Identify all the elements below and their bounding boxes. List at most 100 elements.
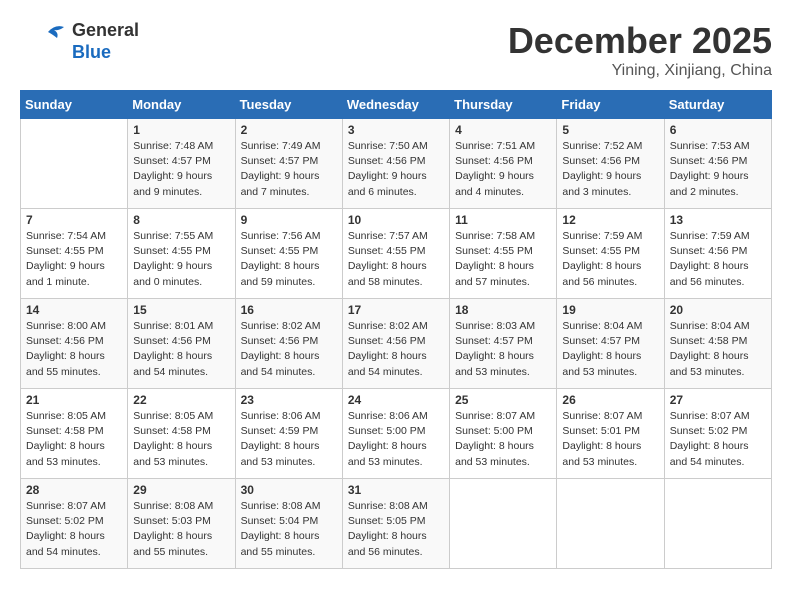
calendar-cell: 10 Sunrise: 7:57 AM Sunset: 4:55 PM Dayli…: [342, 209, 449, 299]
day-info: Sunrise: 7:52 AM Sunset: 4:56 PM Dayligh…: [562, 139, 658, 200]
day-number: 18: [455, 303, 551, 317]
day-number: 11: [455, 213, 551, 227]
day-number: 9: [241, 213, 337, 227]
day-info: Sunrise: 8:04 AM Sunset: 4:57 PM Dayligh…: [562, 319, 658, 380]
logo-container: General Blue: [20, 20, 139, 65]
weekday-header: Monday: [128, 91, 235, 119]
day-info: Sunrise: 7:51 AM Sunset: 4:56 PM Dayligh…: [455, 139, 551, 200]
day-info: Sunrise: 8:07 AM Sunset: 5:02 PM Dayligh…: [670, 409, 766, 470]
calendar-cell: 7 Sunrise: 7:54 AM Sunset: 4:55 PM Daylig…: [21, 209, 128, 299]
calendar-cell: [664, 479, 771, 569]
calendar-cell: [557, 479, 664, 569]
day-number: 23: [241, 393, 337, 407]
day-number: 13: [670, 213, 766, 227]
calendar-cell: 17 Sunrise: 8:02 AM Sunset: 4:56 PM Dayli…: [342, 299, 449, 389]
day-number: 27: [670, 393, 766, 407]
month-title: December 2025: [508, 20, 772, 62]
title-block: December 2025 Yining, Xinjiang, China: [508, 20, 772, 80]
calendar-cell: 20 Sunrise: 8:04 AM Sunset: 4:58 PM Dayli…: [664, 299, 771, 389]
day-number: 8: [133, 213, 229, 227]
day-info: Sunrise: 8:06 AM Sunset: 5:00 PM Dayligh…: [348, 409, 444, 470]
day-number: 4: [455, 123, 551, 137]
day-number: 5: [562, 123, 658, 137]
day-number: 19: [562, 303, 658, 317]
day-info: Sunrise: 8:07 AM Sunset: 5:02 PM Dayligh…: [26, 499, 122, 560]
calendar-cell: 4 Sunrise: 7:51 AM Sunset: 4:56 PM Daylig…: [450, 119, 557, 209]
day-info: Sunrise: 8:06 AM Sunset: 4:59 PM Dayligh…: [241, 409, 337, 470]
calendar-cell: 21 Sunrise: 8:05 AM Sunset: 4:58 PM Dayli…: [21, 389, 128, 479]
calendar-table: SundayMondayTuesdayWednesdayThursdayFrid…: [20, 90, 772, 569]
day-number: 1: [133, 123, 229, 137]
day-info: Sunrise: 8:08 AM Sunset: 5:03 PM Dayligh…: [133, 499, 229, 560]
day-number: 3: [348, 123, 444, 137]
calendar-cell: 13 Sunrise: 7:59 AM Sunset: 4:56 PM Dayli…: [664, 209, 771, 299]
calendar-cell: 30Sunrise: 8:08 AM Sunset: 5:04 PM Dayli…: [235, 479, 342, 569]
day-info: Sunrise: 8:05 AM Sunset: 4:58 PM Dayligh…: [133, 409, 229, 470]
day-number: 30: [241, 483, 337, 497]
calendar-cell: 11Sunrise: 7:58 AM Sunset: 4:55 PM Dayli…: [450, 209, 557, 299]
logo: General Blue: [20, 20, 139, 65]
calendar-cell: [450, 479, 557, 569]
day-info: Sunrise: 7:50 AM Sunset: 4:56 PM Dayligh…: [348, 139, 444, 200]
calendar-cell: 19 Sunrise: 8:04 AM Sunset: 4:57 PM Dayli…: [557, 299, 664, 389]
weekday-header: Friday: [557, 91, 664, 119]
day-info: Sunrise: 8:04 AM Sunset: 4:58 PM Dayligh…: [670, 319, 766, 380]
day-info: Sunrise: 8:02 AM Sunset: 4:56 PM Dayligh…: [348, 319, 444, 380]
day-number: 10: [348, 213, 444, 227]
day-number: 15: [133, 303, 229, 317]
calendar-cell: 28 Sunrise: 8:07 AM Sunset: 5:02 PM Dayli…: [21, 479, 128, 569]
day-info: Sunrise: 7:49 AM Sunset: 4:57 PM Dayligh…: [241, 139, 337, 200]
day-number: 12: [562, 213, 658, 227]
logo-bird-icon: [20, 20, 70, 65]
calendar-cell: 9 Sunrise: 7:56 AM Sunset: 4:55 PM Daylig…: [235, 209, 342, 299]
day-info: Sunrise: 8:02 AM Sunset: 4:56 PM Dayligh…: [241, 319, 337, 380]
calendar-cell: 29Sunrise: 8:08 AM Sunset: 5:03 PM Dayli…: [128, 479, 235, 569]
calendar-cell: 5 Sunrise: 7:52 AM Sunset: 4:56 PM Daylig…: [557, 119, 664, 209]
day-number: 26: [562, 393, 658, 407]
page-header: General Blue December 2025 Yining, Xinji…: [20, 20, 772, 80]
day-info: Sunrise: 7:56 AM Sunset: 4:55 PM Dayligh…: [241, 229, 337, 290]
weekday-header: Tuesday: [235, 91, 342, 119]
calendar-cell: [21, 119, 128, 209]
day-number: 25: [455, 393, 551, 407]
calendar-cell: 24 Sunrise: 8:06 AM Sunset: 5:00 PM Dayli…: [342, 389, 449, 479]
calendar-cell: 3 Sunrise: 7:50 AM Sunset: 4:56 PM Daylig…: [342, 119, 449, 209]
calendar-cell: 2 Sunrise: 7:49 AM Sunset: 4:57 PM Daylig…: [235, 119, 342, 209]
calendar-cell: 1 Sunrise: 7:48 AM Sunset: 4:57 PM Daylig…: [128, 119, 235, 209]
day-number: 28: [26, 483, 122, 497]
calendar-header: SundayMondayTuesdayWednesdayThursdayFrid…: [21, 91, 772, 119]
calendar-cell: 8 Sunrise: 7:55 AM Sunset: 4:55 PM Daylig…: [128, 209, 235, 299]
day-number: 20: [670, 303, 766, 317]
day-number: 2: [241, 123, 337, 137]
day-info: Sunrise: 8:07 AM Sunset: 5:01 PM Dayligh…: [562, 409, 658, 470]
day-info: Sunrise: 7:54 AM Sunset: 4:55 PM Dayligh…: [26, 229, 122, 290]
day-info: Sunrise: 8:05 AM Sunset: 4:58 PM Dayligh…: [26, 409, 122, 470]
day-info: Sunrise: 7:57 AM Sunset: 4:55 PM Dayligh…: [348, 229, 444, 290]
day-info: Sunrise: 7:48 AM Sunset: 4:57 PM Dayligh…: [133, 139, 229, 200]
day-number: 7: [26, 213, 122, 227]
day-number: 14: [26, 303, 122, 317]
day-info: Sunrise: 7:59 AM Sunset: 4:55 PM Dayligh…: [562, 229, 658, 290]
day-info: Sunrise: 8:00 AM Sunset: 4:56 PM Dayligh…: [26, 319, 122, 380]
day-info: Sunrise: 8:07 AM Sunset: 5:00 PM Dayligh…: [455, 409, 551, 470]
day-number: 21: [26, 393, 122, 407]
weekday-header: Saturday: [664, 91, 771, 119]
day-number: 17: [348, 303, 444, 317]
calendar-cell: 16 Sunrise: 8:02 AM Sunset: 4:56 PM Dayli…: [235, 299, 342, 389]
calendar-cell: 18Sunrise: 8:03 AM Sunset: 4:57 PM Dayli…: [450, 299, 557, 389]
day-number: 31: [348, 483, 444, 497]
calendar-cell: 23 Sunrise: 8:06 AM Sunset: 4:59 PM Dayli…: [235, 389, 342, 479]
day-number: 16: [241, 303, 337, 317]
day-info: Sunrise: 7:59 AM Sunset: 4:56 PM Dayligh…: [670, 229, 766, 290]
location: Yining, Xinjiang, China: [508, 62, 772, 80]
calendar-cell: 31Sunrise: 8:08 AM Sunset: 5:05 PM Dayli…: [342, 479, 449, 569]
day-number: 6: [670, 123, 766, 137]
weekday-header: Wednesday: [342, 91, 449, 119]
calendar-cell: 12 Sunrise: 7:59 AM Sunset: 4:55 PM Dayli…: [557, 209, 664, 299]
logo-line2: Blue: [72, 42, 139, 64]
calendar-cell: 22Sunrise: 8:05 AM Sunset: 4:58 PM Dayli…: [128, 389, 235, 479]
calendar-cell: 15Sunrise: 8:01 AM Sunset: 4:56 PM Dayli…: [128, 299, 235, 389]
day-info: Sunrise: 7:55 AM Sunset: 4:55 PM Dayligh…: [133, 229, 229, 290]
day-number: 24: [348, 393, 444, 407]
calendar-cell: 26 Sunrise: 8:07 AM Sunset: 5:01 PM Dayli…: [557, 389, 664, 479]
